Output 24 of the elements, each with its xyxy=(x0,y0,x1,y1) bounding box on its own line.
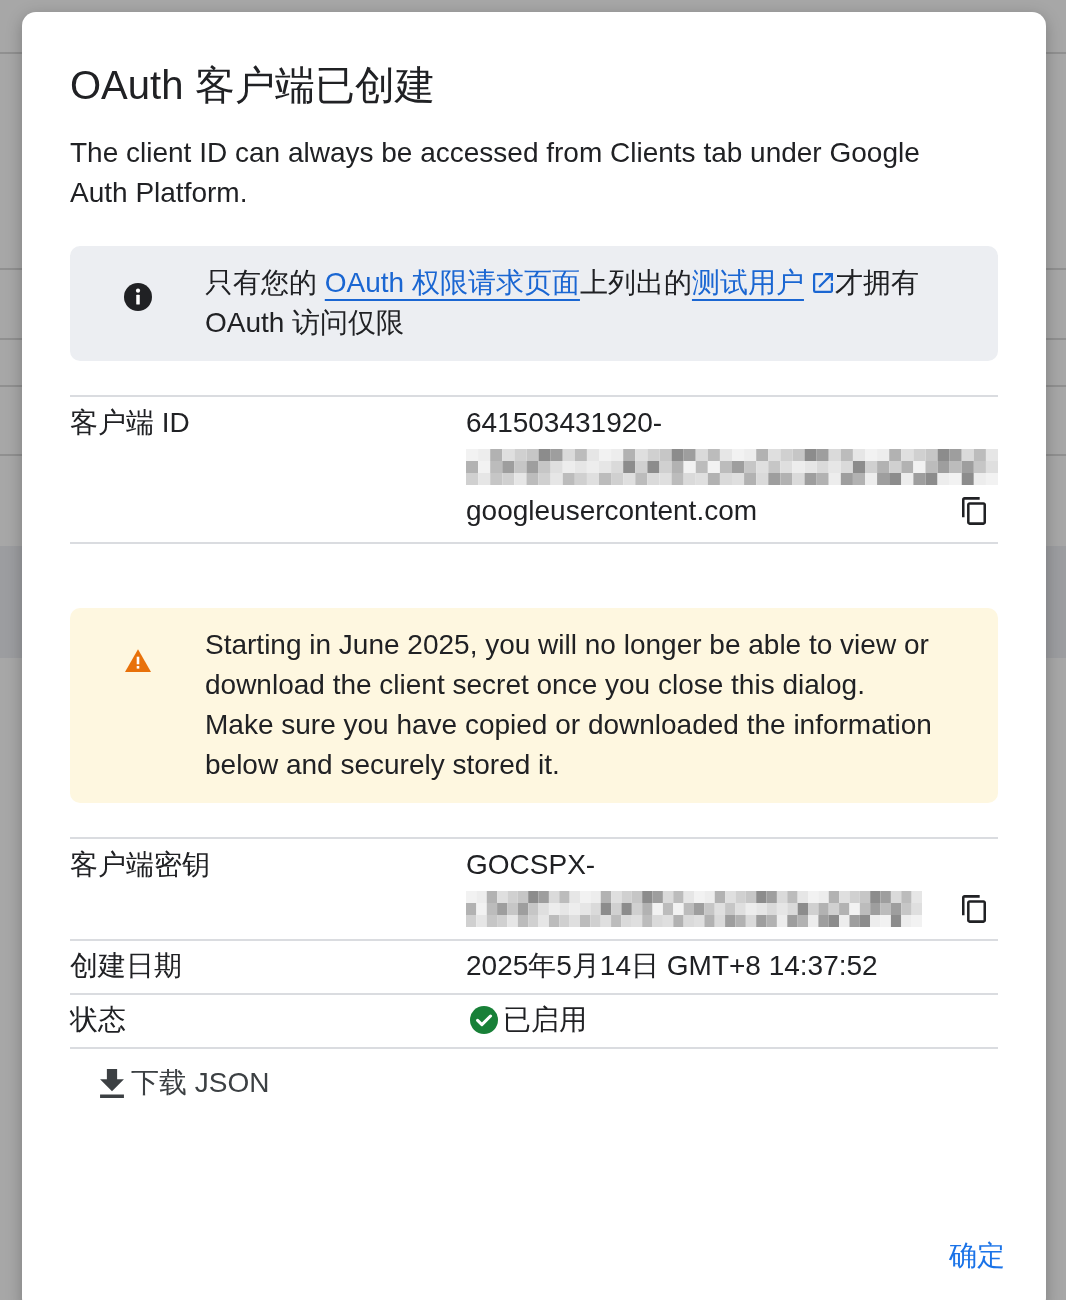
field-label: 状态 xyxy=(70,1003,126,1037)
info-icon xyxy=(124,283,152,311)
field-value: googleusercontent.com xyxy=(466,494,758,528)
warning-notice-text: Starting in June 2025, you will no longer be able to view or download the client secret once you close this dialog. Make sure you have copied or downloaded the information below and securely stored it. xyxy=(205,628,933,782)
created-date-value: 2025年5月14日 GMT+8 14:37:52 xyxy=(466,949,879,983)
copy-button[interactable] xyxy=(962,895,986,923)
copy-icon xyxy=(962,497,986,525)
confirm-button[interactable]: 确定 xyxy=(933,1233,1021,1279)
dialog-description: The client ID can always be accessed from Clients tab under Google Auth Platform. xyxy=(70,136,921,210)
field-label: 客户端密钥 xyxy=(70,848,210,882)
status-text: 已启用 xyxy=(503,1003,587,1037)
consent-page-link[interactable]: OAuth 权限请求页面 xyxy=(324,263,580,303)
download-json-button[interactable]: 下载 JSON xyxy=(86,1060,284,1106)
download-icon xyxy=(100,1068,124,1098)
copy-button[interactable] xyxy=(962,497,986,525)
field-value: 641503431920- xyxy=(466,406,663,440)
info-notice-text: 只有您的 OAuth 权限请求页面上列出的测试用户 才拥有 OAuth 访问仅限 xyxy=(205,263,968,343)
dialog-title: OAuth 客户端已创建 xyxy=(70,62,436,109)
test-users-link[interactable]: 测试用户 xyxy=(691,263,835,303)
copy-icon xyxy=(962,895,986,923)
field-label: 创建日期 xyxy=(70,949,182,983)
warning-icon xyxy=(125,649,151,672)
field-label: 客户端 ID xyxy=(70,406,190,440)
field-value: GOCSPX- xyxy=(466,848,596,882)
